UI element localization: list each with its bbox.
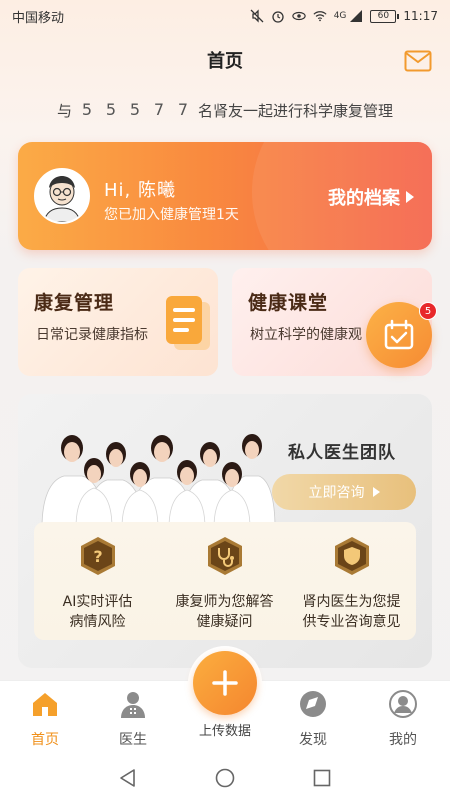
rehab-title: 康复管理 [34,292,115,314]
alarm-icon [271,9,285,23]
home-circle-icon[interactable] [214,767,236,789]
nav-home-label: 首页 [31,732,59,748]
calendar-check-icon [384,319,414,350]
profile-card[interactable]: Hi, 陈曦 您已加入健康管理1天 我的档案 [18,142,432,250]
shield-icon [334,537,369,575]
upload-data-label: 上传数据 [198,724,251,739]
counter-digit: 5 [129,100,141,119]
battery-level: 60 [377,11,390,21]
upload-data-button[interactable] [193,651,257,715]
signal-icon [349,9,363,23]
plus-icon [212,670,238,696]
counter-digit: 5 [105,100,117,119]
counter-prefix: 与 [56,101,72,120]
doctor-team-card[interactable]: 私人医生团队 立即咨询 ? AI实时评估 病情风险 康复师为您解答 健康疑问 肾… [18,394,432,668]
back-icon[interactable] [117,767,139,789]
nav-discover-label: 发现 [299,732,327,748]
my-file-label: 我的档案 [328,188,400,209]
nav-home[interactable]: 首页 [10,689,80,749]
svg-text:?: ? [93,547,102,566]
user-counter: 与 5 5 5 7 7 名肾友一起进行科学康复管理 [0,98,450,122]
stethoscope-icon [207,537,242,575]
wifi-icon [313,9,327,23]
greeting-text: Hi, 陈曦 [104,180,176,201]
feature-line: 病情风险 [69,614,126,630]
notes-icon [166,296,210,350]
feature-rehab-answer: 康复师为您解答 健康疑问 [161,536,288,632]
arrow-right-icon [372,487,380,497]
network-label: 4G [333,11,347,21]
counter-digit: 5 [81,100,93,119]
avatar[interactable] [34,168,90,224]
feature-doctor-advice: 肾内医生为您提 供专业咨询意见 [288,536,415,632]
feature-line: 康复师为您解答 [175,594,274,610]
joined-days-text: 您已加入健康管理1天 [104,207,239,223]
app-header: 首页 [0,40,450,84]
arrow-right-icon [406,191,414,203]
counter-suffix: 名肾友一起进行科学康复管理 [198,101,394,120]
nav-doctor-label: 医生 [119,732,147,748]
home-icon [33,693,57,716]
mute-icon [250,9,264,23]
nav-mine[interactable]: 我的 [368,689,438,749]
notification-badge: 5 [419,302,437,320]
clock: 11:17 [403,9,438,23]
consult-button[interactable]: 立即咨询 [272,474,416,510]
mail-icon[interactable] [404,50,432,72]
doctor-team-photo [41,434,276,528]
eye-icon [292,9,306,23]
feature-line: 健康疑问 [196,614,253,630]
user-icon [389,690,417,718]
compass-icon [300,691,326,717]
status-bar: 中国移动 4G 60 11:17 [0,0,450,32]
system-nav-bar [0,756,450,800]
rehab-management-card[interactable]: 康复管理 日常记录健康指标 [18,268,218,376]
counter-digit: 7 [177,100,189,119]
nav-doctor[interactable]: 医生 [98,689,168,749]
feature-line: 供专业咨询意见 [302,614,401,630]
carrier-label: 中国移动 [12,10,65,26]
rehab-desc: 日常记录健康指标 [36,327,148,343]
team-features: ? AI实时评估 病情风险 康复师为您解答 健康疑问 肾内医生为您提 供专业咨询… [34,522,416,640]
doctor-icon [121,692,145,718]
status-icons: 4G 60 11:17 [250,9,438,23]
counter-digit: 7 [153,100,165,119]
feature-ai-assessment: ? AI实时评估 病情风险 [34,536,161,632]
nav-mine-label: 我的 [389,732,417,748]
upload-button-wrap [188,646,262,720]
consult-label: 立即咨询 [308,485,365,501]
my-file-link[interactable]: 我的档案 [328,184,414,210]
page-title: 首页 [207,51,243,72]
nav-discover[interactable]: 发现 [278,689,348,749]
team-title: 私人医生团队 [288,443,396,463]
battery-icon: 60 [370,9,400,23]
recents-icon[interactable] [311,767,333,789]
class-desc: 树立科学的健康观 [250,327,362,343]
class-title: 健康课堂 [248,292,329,314]
feature-line: AI实时评估 [62,594,133,610]
feature-line: 肾内医生为您提 [302,594,401,610]
question-icon: ? [80,537,115,575]
